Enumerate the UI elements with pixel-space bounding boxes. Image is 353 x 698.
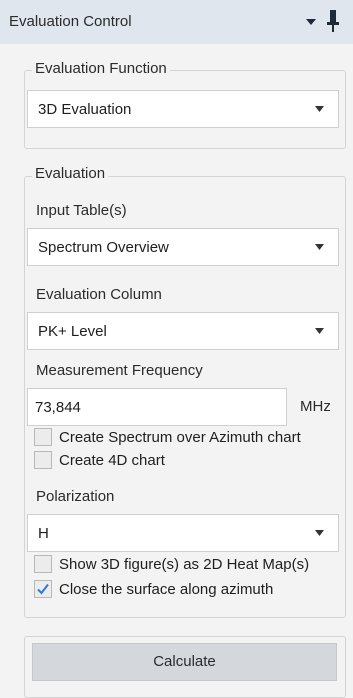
measurement-frequency-input[interactable]	[28, 389, 286, 425]
evaluation-legend: Evaluation	[32, 165, 109, 182]
dropdown-arrow-icon	[315, 530, 324, 536]
frequency-unit-label: MHz	[300, 398, 331, 415]
measurement-frequency-field[interactable]	[27, 388, 287, 426]
evaluation-function-legend: Evaluation Function	[32, 60, 170, 77]
spectrum-azimuth-checkbox-label: Create Spectrum over Azimuth chart	[59, 429, 301, 446]
dropdown-arrow-icon	[315, 328, 324, 334]
panel-title: Evaluation Control	[9, 13, 132, 30]
heatmap-checkbox-label: Show 3D figure(s) as 2D Heat Map(s)	[59, 556, 310, 573]
calculate-button[interactable]: Calculate	[32, 643, 337, 681]
triangle-down-icon[interactable]	[304, 13, 318, 31]
evaluation-column-dropdown[interactable]: PK+ Level	[27, 312, 339, 350]
input-tables-value: Spectrum Overview	[38, 239, 169, 256]
close-surface-checkbox-row[interactable]: Close the surface along azimuth	[34, 580, 344, 600]
polarization-label: Polarization	[36, 488, 115, 505]
create-4d-checkbox-row[interactable]: Create 4D chart	[34, 451, 234, 471]
evaluation-column-label: Evaluation Column	[36, 286, 162, 303]
heatmap-checkbox-row[interactable]: Show 3D figure(s) as 2D Heat Map(s)	[34, 555, 349, 575]
evaluation-function-dropdown[interactable]: 3D Evaluation	[27, 90, 339, 128]
spectrum-azimuth-checkbox-row[interactable]: Create Spectrum over Azimuth chart	[34, 428, 344, 448]
panel-title-bar: Evaluation Control	[0, 0, 353, 44]
close-surface-checkbox[interactable]	[34, 580, 52, 598]
input-tables-dropdown[interactable]: Spectrum Overview	[27, 228, 339, 266]
create-4d-checkbox-label: Create 4D chart	[59, 452, 165, 469]
dropdown-arrow-icon	[315, 244, 324, 250]
evaluation-function-value: 3D Evaluation	[38, 101, 132, 118]
calculate-button-label: Calculate	[153, 653, 216, 670]
input-tables-label: Input Table(s)	[36, 202, 127, 219]
dropdown-arrow-icon	[315, 106, 324, 112]
heatmap-checkbox[interactable]	[34, 555, 52, 573]
polarization-value: H	[38, 525, 49, 542]
checkmark-icon	[37, 583, 49, 595]
polarization-dropdown[interactable]: H	[27, 514, 339, 552]
close-surface-checkbox-label: Close the surface along azimuth	[59, 581, 274, 598]
pushpin-icon[interactable]	[326, 8, 340, 34]
spectrum-azimuth-checkbox[interactable]	[34, 428, 52, 446]
create-4d-checkbox[interactable]	[34, 451, 52, 469]
evaluation-column-value: PK+ Level	[38, 323, 107, 340]
measurement-frequency-label: Measurement Frequency	[36, 362, 203, 379]
